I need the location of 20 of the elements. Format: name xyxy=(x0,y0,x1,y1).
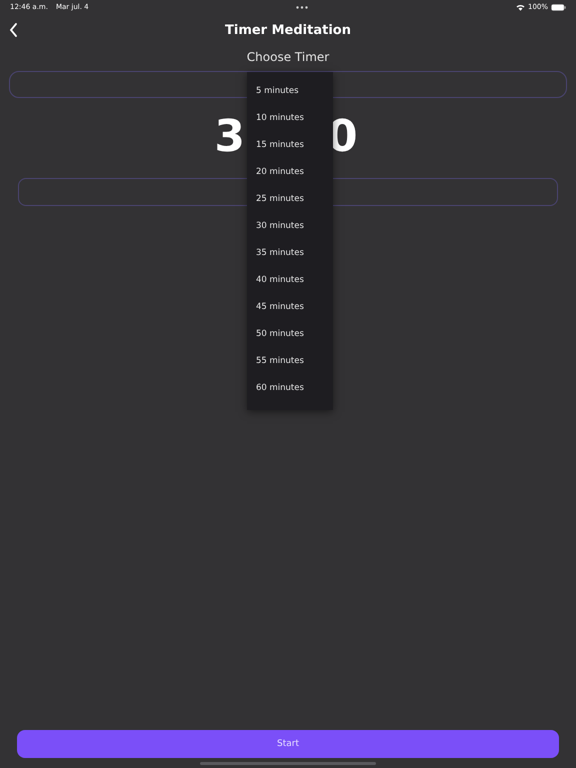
menu-option[interactable]: 10 minutes xyxy=(247,105,333,132)
screen-title: Timer Meditation xyxy=(225,22,351,38)
menu-option[interactable]: 60 minutes xyxy=(247,375,333,402)
menu-option[interactable]: 55 minutes xyxy=(247,348,333,375)
menu-option[interactable]: 45 minutes xyxy=(247,294,333,321)
choose-timer-label: Choose Timer xyxy=(246,50,330,64)
menu-option[interactable]: 15 minutes xyxy=(247,132,333,159)
menu-option[interactable]: 5 minutes xyxy=(247,78,333,105)
wifi-icon xyxy=(516,4,525,10)
back-button[interactable] xyxy=(8,22,18,38)
menu-option[interactable]: 30 minutes xyxy=(247,213,333,240)
menu-option[interactable]: 35 minutes xyxy=(247,240,333,267)
menu-option[interactable]: 20 minutes xyxy=(247,159,333,186)
menu-option[interactable]: 25 minutes xyxy=(247,186,333,213)
timer-digit: 3 xyxy=(214,112,245,162)
menu-option[interactable]: 40 minutes xyxy=(247,267,333,294)
start-button[interactable]: Start xyxy=(17,730,559,758)
menu-option[interactable]: 50 minutes xyxy=(247,321,333,348)
battery-icon xyxy=(551,4,566,10)
more-icon[interactable] xyxy=(296,6,308,8)
